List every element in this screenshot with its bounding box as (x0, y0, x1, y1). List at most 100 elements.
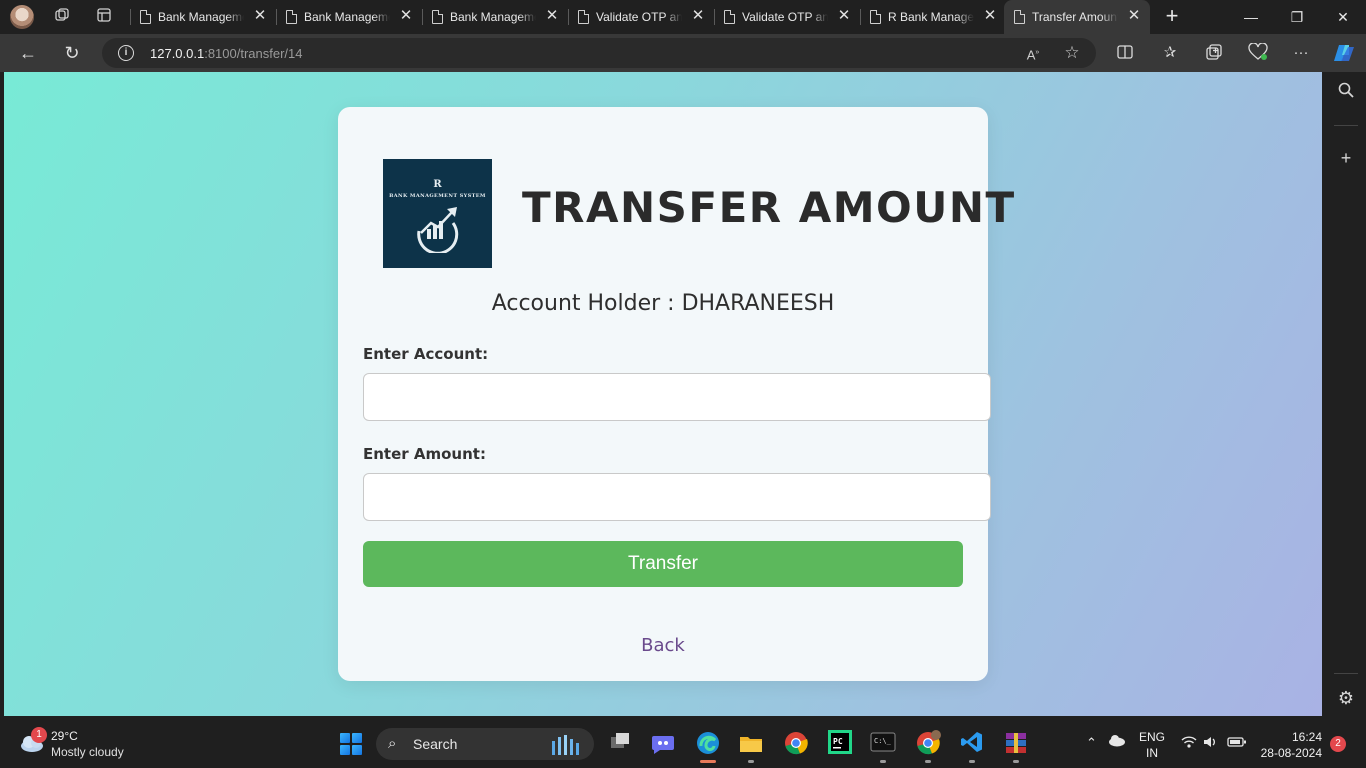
url-path: :8100/transfer/14 (204, 46, 303, 61)
tab-title: Bank Management System (450, 10, 536, 24)
read-aloud-icon[interactable]: A» (1024, 44, 1042, 62)
close-tab-icon[interactable]: ✕ (982, 8, 998, 24)
close-tab-icon[interactable]: ✕ (544, 8, 560, 24)
weather-condition[interactable]: Mostly cloudy (51, 745, 124, 759)
bank-logo: R BANK MANAGEMENT SYSTEM (383, 159, 492, 268)
back-arrow-icon[interactable]: ← (17, 42, 39, 64)
search-icon[interactable] (1334, 81, 1358, 105)
page-viewport: R BANK MANAGEMENT SYSTEM TRANSFER AMOUNT… (4, 72, 1322, 716)
amount-field[interactable] (363, 473, 991, 521)
browser-tab[interactable]: Validate OTP and Reset ✕ (568, 0, 714, 34)
chrome-profile-icon[interactable] (915, 730, 941, 763)
close-tab-icon[interactable]: ✕ (836, 8, 852, 24)
copilot-icon[interactable] (1333, 43, 1354, 63)
system-clock[interactable]: 16:24 28-08-2024 (1258, 729, 1322, 761)
teams-chat-icon[interactable] (650, 730, 676, 756)
pycharm-icon[interactable]: PC (827, 730, 853, 756)
file-explorer-icon[interactable] (738, 730, 764, 763)
transfer-card: R BANK MANAGEMENT SYSTEM TRANSFER AMOUNT… (338, 107, 1014, 681)
page-icon (578, 10, 589, 24)
account-field[interactable] (363, 373, 991, 421)
clock-time: 16:24 (1291, 730, 1322, 744)
tab-title: R Bank Management (888, 10, 974, 24)
volume-icon[interactable] (1203, 735, 1219, 752)
browser-tab-active[interactable]: Transfer Amount ✕ (1004, 0, 1150, 34)
windows-taskbar: 1 29°C Mostly cloudy ⌕ Search PC C:\_ ⌃ (0, 720, 1366, 768)
site-info-icon[interactable]: i (118, 45, 134, 61)
sidebar-settings-gear-icon[interactable]: ⚙ (1334, 686, 1358, 710)
tab-actions-icon[interactable] (94, 7, 114, 27)
page-icon (724, 10, 735, 24)
page-icon (140, 10, 151, 24)
browser-essentials-icon[interactable] (1248, 42, 1268, 63)
transfer-button[interactable]: Transfer (363, 541, 963, 587)
region-code: IN (1146, 746, 1158, 760)
vscode-icon[interactable] (959, 730, 985, 763)
split-screen-icon[interactable] (1115, 43, 1135, 63)
notification-badge[interactable]: 2 (1330, 736, 1346, 752)
amount-label: Enter Amount: (363, 445, 486, 463)
more-options-icon[interactable]: ··· (1291, 43, 1311, 63)
tab-title: Validate OTP and Reset (596, 10, 682, 24)
close-tab-icon[interactable]: ✕ (1126, 8, 1142, 24)
task-view-icon[interactable] (607, 730, 633, 756)
search-highlight-icon (552, 735, 579, 755)
page-icon (870, 10, 881, 24)
edge-sidebar: + ⚙ (1326, 72, 1366, 716)
terminal-icon[interactable]: C:\_ (870, 730, 896, 763)
chrome-icon[interactable] (783, 730, 809, 756)
url-text[interactable]: 127.0.0.1:8100/transfer/14 (150, 46, 303, 61)
page-icon (432, 10, 443, 24)
browser-toolbar: ← ↻ i 127.0.0.1:8100/transfer/14 A» ☆ ✰ … (0, 34, 1366, 72)
search-label: Search (413, 736, 458, 752)
add-sidebar-app-icon[interactable]: + (1334, 146, 1358, 170)
browser-tab[interactable]: Bank Management System ✕ (276, 0, 422, 34)
favorites-icon[interactable]: ✰ (1160, 43, 1180, 63)
close-tab-icon[interactable]: ✕ (690, 8, 706, 24)
logo-letter: R (433, 179, 442, 190)
refresh-icon[interactable]: ↻ (61, 42, 83, 64)
tab-title: Transfer Amount (1032, 10, 1118, 24)
show-hidden-icons-chevron-up-icon[interactable]: ⌃ (1086, 735, 1097, 751)
battery-icon[interactable] (1227, 735, 1247, 752)
windows-start-icon[interactable] (340, 733, 362, 755)
account-holder-text: Account Holder : DHARANEESH (491, 291, 835, 316)
browser-tab[interactable]: R Bank Management ✕ (860, 0, 1006, 34)
tab-title: Validate OTP and Reset (742, 10, 828, 24)
favorite-star-icon[interactable]: ☆ (1063, 44, 1081, 62)
browser-tab[interactable]: Bank Management System ✕ (130, 0, 276, 34)
logo-text: BANK MANAGEMENT SYSTEM (389, 193, 486, 199)
search-icon: ⌕ (388, 735, 397, 752)
restore-icon[interactable]: ❐ (1274, 0, 1320, 34)
tab-title: Bank Management System (158, 10, 244, 24)
close-window-icon[interactable]: ✕ (1320, 0, 1366, 34)
address-bar[interactable]: i 127.0.0.1:8100/transfer/14 A» ☆ (102, 38, 1096, 68)
wifi-icon[interactable] (1181, 735, 1197, 752)
clock-date: 28-08-2024 (1260, 746, 1322, 760)
new-tab-icon[interactable]: + (1160, 5, 1184, 29)
input-language[interactable]: ENG IN (1139, 729, 1165, 761)
minimize-icon[interactable]: — (1228, 0, 1274, 34)
browser-tab[interactable]: Validate OTP and Reset ✕ (714, 0, 860, 34)
taskbar-search[interactable]: ⌕ Search (376, 728, 594, 760)
winrar-icon[interactable] (1003, 730, 1029, 763)
svg-text:PC: PC (833, 737, 843, 746)
browser-tab[interactable]: Bank Management System ✕ (422, 0, 568, 34)
workspaces-icon[interactable] (52, 7, 72, 27)
close-tab-icon[interactable]: ✕ (252, 8, 268, 24)
page-title: TRANSFER AMOUNT (522, 183, 1016, 232)
onedrive-cloud-icon[interactable] (1108, 733, 1126, 750)
close-tab-icon[interactable]: ✕ (398, 8, 414, 24)
page-icon (1014, 10, 1025, 24)
page-icon (286, 10, 297, 24)
edge-browser-icon[interactable] (695, 730, 721, 763)
back-link[interactable]: Back (338, 635, 988, 656)
collections-icon[interactable] (1204, 43, 1224, 63)
weather-temperature[interactable]: 29°C (51, 729, 78, 743)
growth-chart-icon (417, 207, 459, 253)
amount-input[interactable] (364, 474, 990, 520)
tab-title: Bank Management System (304, 10, 390, 24)
account-label: Enter Account: (363, 345, 489, 363)
profile-avatar[interactable] (10, 5, 34, 29)
account-input[interactable] (364, 374, 990, 420)
